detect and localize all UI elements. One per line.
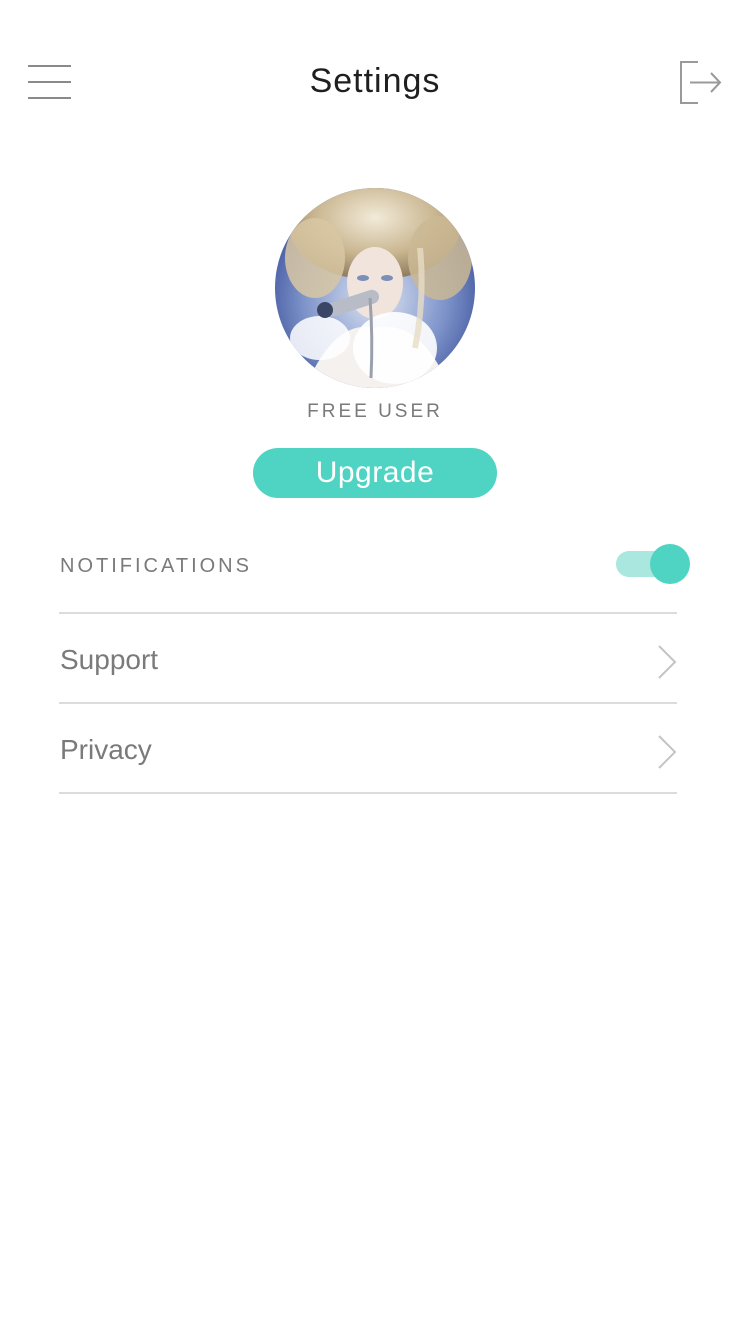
header: Settings (0, 0, 750, 165)
avatar[interactable] (275, 188, 475, 388)
chevron-right-icon (657, 645, 677, 679)
upgrade-button[interactable]: Upgrade (253, 448, 497, 498)
privacy-label: Privacy (60, 734, 152, 765)
support-row[interactable]: Support (59, 614, 677, 702)
notifications-toggle[interactable] (616, 544, 690, 584)
divider (59, 792, 677, 794)
logout-icon[interactable] (678, 60, 724, 106)
chevron-right-icon (657, 735, 677, 769)
settings-screen: Settings FREE USER Upgrade NOTIFICATIONS… (0, 0, 750, 1334)
notifications-label: NOTIFICATIONS (60, 555, 252, 577)
support-label: Support (60, 644, 159, 675)
user-status-label: FREE USER (307, 401, 443, 422)
privacy-row[interactable]: Privacy (59, 704, 677, 792)
page-title: Settings (309, 62, 441, 100)
toggle-knob (650, 544, 690, 584)
